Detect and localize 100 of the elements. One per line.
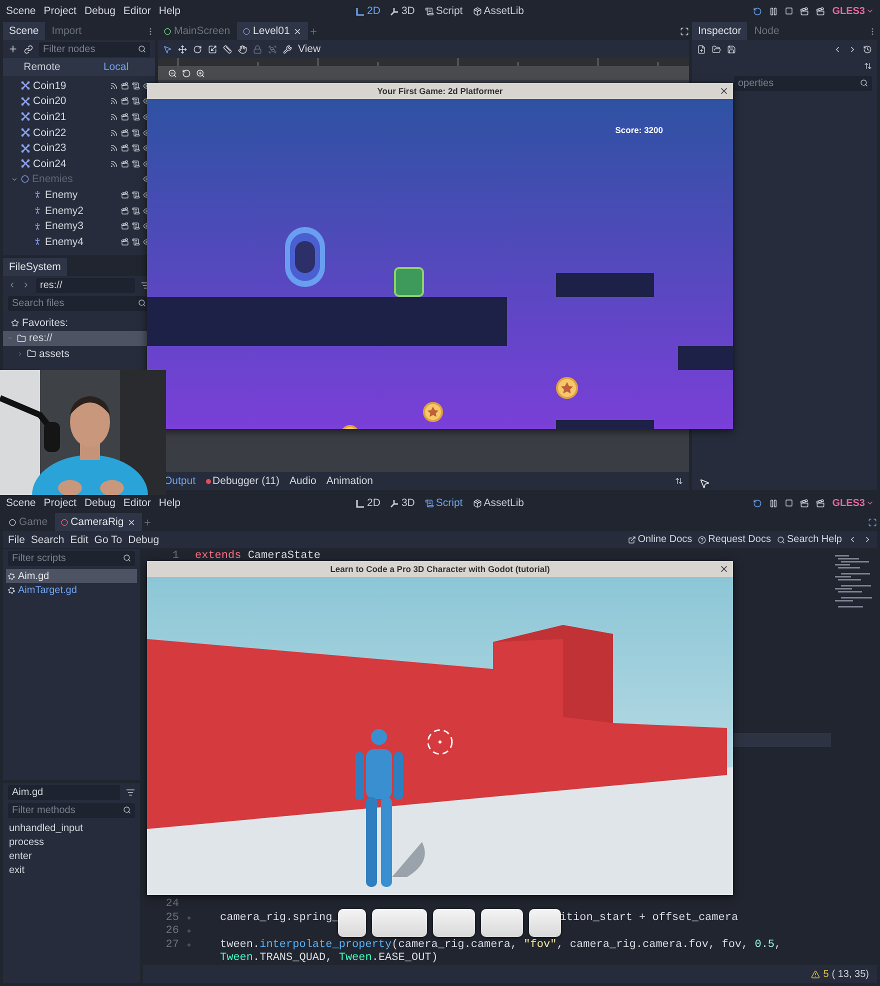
renderer-dropdown[interactable]: GLES3 <box>832 6 874 16</box>
new-file-icon[interactable] <box>697 44 706 54</box>
menu-item[interactable]: Scene <box>6 5 36 17</box>
clapperboard-icon[interactable] <box>121 82 129 90</box>
path-field[interactable]: res:// <box>36 278 135 292</box>
back-icon[interactable] <box>848 535 857 544</box>
method-item[interactable]: process <box>6 835 137 849</box>
menu-item[interactable]: Project <box>44 497 76 509</box>
clapperboard-icon[interactable] <box>800 6 810 16</box>
save-icon[interactable] <box>727 44 736 54</box>
forward-icon[interactable] <box>863 535 872 544</box>
sort-icon[interactable] <box>864 62 872 70</box>
menu-item[interactable]: Go To <box>94 534 122 546</box>
ruler-icon[interactable] <box>223 44 232 54</box>
scroll-icon[interactable] <box>132 206 140 215</box>
menu-item[interactable]: Help <box>158 497 180 509</box>
help-link[interactable]: Online Docs <box>628 534 692 545</box>
link-icon[interactable] <box>24 44 33 54</box>
scroll-icon[interactable] <box>132 128 140 137</box>
menu-item[interactable]: Editor <box>123 497 151 509</box>
add-icon[interactable] <box>8 44 18 54</box>
workspace-tab[interactable]: 3D <box>388 497 417 509</box>
scroll-icon[interactable] <box>132 222 140 230</box>
bottom-panel-tab[interactable]: Debugger (11) <box>206 475 280 487</box>
zoom-in-icon[interactable] <box>196 68 205 78</box>
sort-icon[interactable] <box>126 788 135 796</box>
clapperboard-icon[interactable] <box>121 222 129 230</box>
node-label[interactable]: Coin23 <box>33 142 66 154</box>
menu-item[interactable]: File <box>8 534 25 546</box>
menu-item[interactable]: Search <box>30 534 64 546</box>
menu-item[interactable]: Debug <box>84 5 116 17</box>
stop-icon[interactable] <box>785 7 794 15</box>
tab[interactable]: Inspector <box>692 22 748 40</box>
scroll-icon[interactable] <box>132 160 140 168</box>
workspace-tab[interactable]: 2D <box>354 497 382 509</box>
pause-icon[interactable] <box>769 6 778 16</box>
method-item[interactable]: unhandled_input <box>6 821 137 835</box>
signal-icon[interactable] <box>110 82 118 90</box>
pointer-icon[interactable] <box>163 44 172 54</box>
current-script-field[interactable]: Aim.gd <box>8 784 120 800</box>
history-icon[interactable] <box>863 44 872 54</box>
scroll-icon[interactable] <box>132 144 140 152</box>
forward-icon[interactable] <box>848 44 857 54</box>
workspace-tab[interactable]: 2D <box>354 5 382 17</box>
mode-tab[interactable]: Remote <box>8 58 76 76</box>
move-icon[interactable] <box>178 44 187 54</box>
script-item[interactable]: AimTarget.gd <box>6 583 137 597</box>
reload-icon[interactable] <box>753 6 762 16</box>
scroll-icon[interactable] <box>132 238 140 246</box>
close-button[interactable] <box>719 564 729 574</box>
method-item[interactable]: enter <box>6 849 137 863</box>
clapperboard-icon[interactable] <box>816 6 826 16</box>
menu-item[interactable]: Debug <box>84 497 116 509</box>
scroll-icon[interactable] <box>132 112 140 121</box>
scroll-icon[interactable] <box>132 82 140 90</box>
group-icon[interactable] <box>268 44 277 54</box>
search-field[interactable]: Search files <box>8 296 150 310</box>
workspace-tab[interactable]: Script <box>422 5 465 17</box>
scroll-icon[interactable] <box>132 190 140 199</box>
signal-icon[interactable] <box>110 128 118 137</box>
hand-icon[interactable] <box>238 44 247 54</box>
clapperboard-icon[interactable] <box>800 498 810 508</box>
clapperboard-icon[interactable] <box>121 190 129 199</box>
workspace-tab[interactable]: AssetLib <box>470 5 526 17</box>
tab[interactable]: Scene <box>3 22 45 40</box>
filter-field[interactable]: Filter scripts <box>8 550 135 566</box>
expand-icon[interactable] <box>680 26 689 36</box>
clapperboard-icon[interactable] <box>121 112 129 121</box>
view-menu[interactable]: View <box>298 43 321 55</box>
bottom-panel-tab[interactable]: Animation <box>326 475 374 487</box>
workspace-tab[interactable]: 3D <box>388 5 417 17</box>
clapperboard-icon[interactable] <box>121 160 129 168</box>
script-item[interactable]: Aim.gd <box>6 569 137 583</box>
lock-icon[interactable] <box>253 44 262 54</box>
signal-icon[interactable] <box>110 160 118 168</box>
folder-label[interactable]: assets <box>39 348 70 360</box>
filter-field[interactable]: operties <box>734 76 872 90</box>
mode-tab[interactable]: Local <box>82 58 150 76</box>
help-link[interactable]: Search Help <box>776 534 842 545</box>
method-item[interactable]: exit <box>6 863 137 877</box>
menu-item[interactable]: Debug <box>128 534 160 546</box>
rotate-icon[interactable] <box>193 44 202 54</box>
pause-icon[interactable] <box>769 498 778 508</box>
workspace-tab[interactable]: Script <box>422 497 465 509</box>
folder-icon[interactable] <box>712 44 721 54</box>
reload-icon[interactable] <box>753 498 762 508</box>
signal-icon[interactable] <box>110 112 118 121</box>
zoom-out-icon[interactable] <box>168 68 177 78</box>
node-label[interactable]: Coin22 <box>33 126 66 139</box>
warning-count[interactable]: 5 <box>823 968 829 980</box>
workspace-tab[interactable]: AssetLib <box>470 497 526 509</box>
clapperboard-icon[interactable] <box>121 128 129 137</box>
help-link[interactable]: Request Docs <box>698 534 771 545</box>
reset-icon[interactable] <box>182 68 191 78</box>
favorites-label[interactable]: Favorites: <box>22 316 68 329</box>
clapperboard-icon[interactable] <box>816 498 826 508</box>
scroll-icon[interactable] <box>132 97 140 106</box>
clapperboard-icon[interactable] <box>121 238 129 246</box>
signal-icon[interactable] <box>110 144 118 152</box>
clapperboard-icon[interactable] <box>121 144 129 152</box>
